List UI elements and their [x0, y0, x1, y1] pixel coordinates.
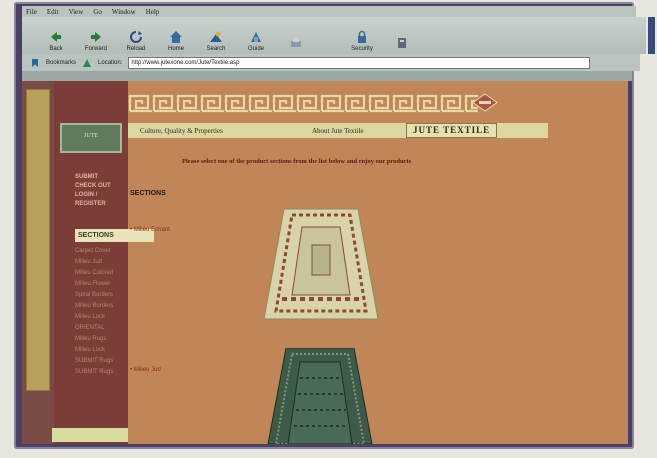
- menu-view[interactable]: View: [69, 8, 84, 16]
- section-nav-item[interactable]: Milieu Lock: [75, 345, 113, 356]
- guide-icon: [251, 32, 261, 42]
- security-button[interactable]: Security: [342, 30, 382, 54]
- section-nav-item[interactable]: Spiral Borders: [75, 290, 113, 301]
- navigation-toolbar: Back Forward Reload Home Search Guide Se…: [22, 17, 646, 54]
- back-label: Back: [49, 46, 63, 52]
- rug-image[interactable]: [262, 207, 380, 321]
- web-page: JUTE SUBMIT CHECK OUT LOGIN / REGISTER S…: [22, 81, 628, 444]
- section-nav-item[interactable]: Milieu Flower: [75, 279, 113, 290]
- left-navigation: JUTE SUBMIT CHECK OUT LOGIN / REGISTER S…: [54, 81, 154, 444]
- section-nav-list: Carpet Cover Milieu Jud Milieu Colored M…: [75, 246, 113, 378]
- product-link[interactable]: • Milieu Echant: [130, 227, 170, 233]
- menu-help[interactable]: Help: [146, 8, 160, 16]
- stop-icon: [398, 38, 406, 48]
- guide-button[interactable]: Guide: [236, 30, 276, 54]
- print-button[interactable]: [276, 36, 316, 54]
- home-button[interactable]: Home: [156, 30, 196, 54]
- personal-toolbar-strip: [22, 71, 632, 81]
- tab-culture-quality[interactable]: Culture, Quality & Properties: [128, 127, 312, 135]
- sections-heading: SECTIONS: [130, 190, 166, 197]
- account-links: SUBMIT CHECK OUT LOGIN / REGISTER: [75, 173, 128, 209]
- section-nav-item[interactable]: Milieu Colored: [75, 268, 113, 279]
- product-link[interactable]: • Milieu Jud: [130, 367, 161, 373]
- section-nav-item[interactable]: Milieu Rugs: [75, 334, 113, 345]
- print-icon: [291, 38, 301, 47]
- logo-diamond-icon: [472, 93, 498, 112]
- home-icon: [170, 31, 182, 43]
- guide-label: Guide: [247, 46, 264, 52]
- left-footer-bar: [52, 428, 128, 442]
- location-icon: [83, 58, 92, 67]
- section-nav-item[interactable]: Carpet Cover: [75, 246, 113, 257]
- menu-file[interactable]: File: [26, 8, 37, 16]
- rug-image[interactable]: [266, 348, 374, 444]
- home-label: Home: [167, 46, 184, 52]
- top-tab-bar: Culture, Quality & Properties About Jute…: [128, 123, 548, 138]
- reload-icon: [130, 31, 142, 43]
- location-label: Location:: [98, 59, 123, 66]
- stop-button[interactable]: [382, 36, 422, 54]
- intro-text: Please select one of the product section…: [182, 158, 412, 165]
- checkout-link[interactable]: CHECK OUT: [75, 182, 128, 191]
- security-label: Security: [351, 46, 373, 52]
- menu-edit[interactable]: Edit: [47, 8, 59, 16]
- back-arrow-icon: [51, 32, 61, 42]
- throbber-panel: [648, 17, 655, 54]
- section-nav-item[interactable]: SUBMIT Rugs: [75, 356, 113, 367]
- menu-go[interactable]: Go: [93, 8, 102, 16]
- bookmarks-button[interactable]: Bookmarks: [46, 60, 76, 66]
- decor-column: [26, 89, 50, 391]
- forward-button[interactable]: Forward: [76, 30, 116, 54]
- search-label: Search: [206, 46, 226, 52]
- search-icon: [210, 31, 222, 42]
- location-url-field[interactable]: http://www.jutexone.com/Jute/Textile.asp: [128, 56, 591, 69]
- tab-jute-textile[interactable]: JUTE TEXTILE: [406, 123, 498, 138]
- section-nav-item[interactable]: Milieu Jud: [75, 257, 113, 268]
- menu-window[interactable]: Window: [112, 8, 136, 16]
- left-decor-strip: [22, 81, 54, 444]
- search-button[interactable]: Search: [196, 30, 236, 54]
- location-bar: Bookmarks Location: http://www.jutexone.…: [22, 54, 640, 71]
- site-logo[interactable]: JUTE: [60, 123, 122, 153]
- security-lock-icon: [358, 30, 366, 43]
- bookmark-icon: [32, 58, 38, 67]
- submit-link[interactable]: SUBMIT: [75, 173, 128, 182]
- forward-arrow-icon: [91, 32, 101, 42]
- greek-key-banner: [128, 93, 478, 114]
- forward-label: Forward: [84, 46, 107, 52]
- section-nav-item[interactable]: ORIENTAL: [75, 323, 113, 334]
- menu-bar: File Edit View Go Window Help: [22, 6, 636, 17]
- reload-button[interactable]: Reload: [116, 30, 156, 54]
- section-nav-item[interactable]: Milieu Borders: [75, 301, 113, 312]
- tab-about-jute[interactable]: About Jute Textile: [312, 127, 406, 135]
- back-button[interactable]: Back: [36, 30, 76, 54]
- reload-label: Reload: [126, 46, 146, 52]
- section-nav-item[interactable]: SUBMIT Rugs: [75, 367, 113, 378]
- section-nav-item[interactable]: Milieu Lock: [75, 312, 113, 323]
- login-register-link[interactable]: LOGIN / REGISTER: [75, 191, 128, 209]
